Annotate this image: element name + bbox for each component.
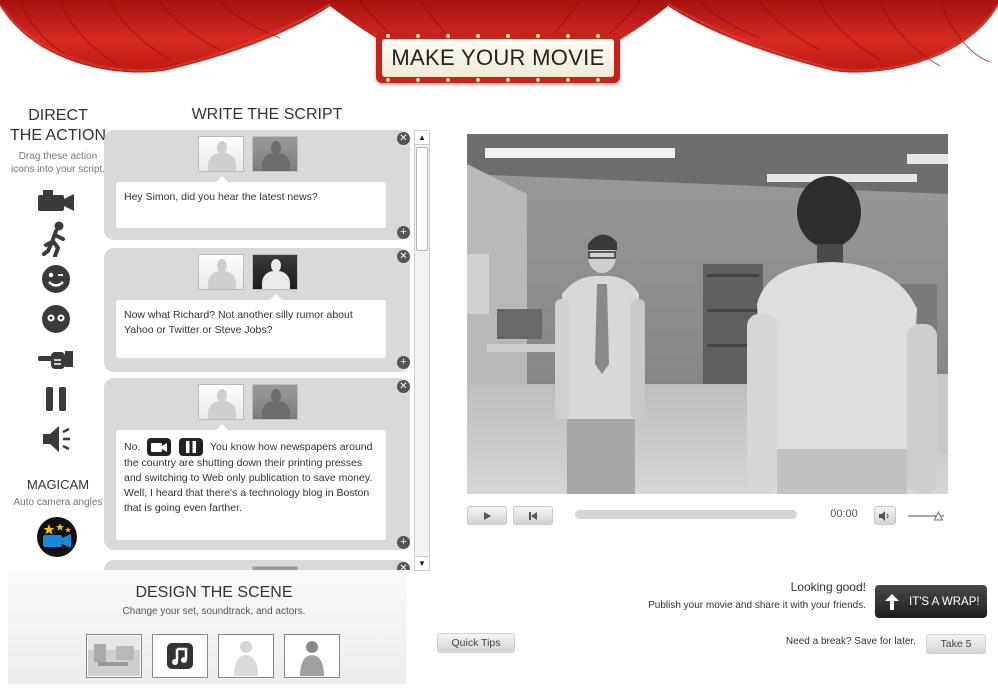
add-line-button[interactable]: + xyxy=(397,536,410,549)
script-line[interactable]: No. You know how newspapers around the c… xyxy=(116,430,386,540)
take-5-button[interactable]: Take 5 xyxy=(926,634,986,654)
actor-1-thumbnail[interactable] xyxy=(218,634,274,678)
script-list[interactable]: ✕ Hey Simon, did you hear the latest new… xyxy=(104,128,414,570)
skip-back-icon xyxy=(529,511,537,520)
add-line-button[interactable]: + xyxy=(397,356,410,369)
scene-subtitle: Change your set, soundtrack, and actors. xyxy=(122,606,306,617)
sound-icon[interactable] xyxy=(36,424,76,454)
playback-time: 00:00 xyxy=(830,508,858,520)
music-note-icon xyxy=(167,643,193,669)
script-line[interactable]: Hey Simon, did you hear the latest news? xyxy=(116,182,386,228)
soundtrack-thumbnail[interactable] xyxy=(152,634,208,678)
magicam-subtitle: Auto camera angles xyxy=(13,497,103,508)
direct-subtitle: Drag these action icons into your script… xyxy=(11,151,105,175)
camera-icon[interactable] xyxy=(147,438,172,456)
camera-icon[interactable] xyxy=(36,186,76,216)
mute-button[interactable] xyxy=(874,506,896,525)
scroll-down-button[interactable]: ▼ xyxy=(415,556,429,570)
script-card: ✕ Hey Simon, did you hear the latest new… xyxy=(104,130,410,240)
walk-icon[interactable] xyxy=(36,221,76,257)
actor-2-thumbnail[interactable] xyxy=(284,634,340,678)
quick-tips-button[interactable]: Quick Tips xyxy=(437,633,515,653)
speaker-avatar[interactable] xyxy=(252,254,298,290)
pause-icon[interactable] xyxy=(36,384,76,414)
speaker-avatar[interactable] xyxy=(198,384,244,420)
magicam-title: MAGICAM xyxy=(26,477,90,492)
magicam-button[interactable] xyxy=(37,517,77,557)
remove-line-button[interactable]: ✕ xyxy=(397,132,410,145)
set-thumbnail[interactable] xyxy=(86,634,142,678)
smile-icon[interactable] xyxy=(36,264,76,294)
save-prompt: Need a break? Save for later. xyxy=(785,636,916,647)
remove-line-button[interactable]: ✕ xyxy=(397,250,410,263)
app-title: MAKE YOUR MOVIE xyxy=(391,45,605,70)
speaker-avatar[interactable] xyxy=(198,136,244,172)
remove-line-button[interactable]: ✕ xyxy=(397,380,410,393)
direct-heading: DIRECT THE ACTION xyxy=(9,107,106,144)
scene-heading: DESIGN THE SCENE xyxy=(135,584,293,601)
scroll-thumb[interactable] xyxy=(416,147,428,251)
listener-avatar[interactable] xyxy=(252,384,298,420)
upload-arrow-icon xyxy=(885,593,899,610)
point-icon[interactable] xyxy=(36,344,76,374)
video-preview[interactable] xyxy=(467,134,948,494)
remove-line-button[interactable]: ✕ xyxy=(397,562,410,570)
its-a-wrap-button[interactable]: IT'S A WRAP! xyxy=(875,585,987,618)
line-prefix: No. xyxy=(124,440,141,453)
script-scrollbar[interactable]: ▲ ▼ xyxy=(414,130,430,571)
volume-icon xyxy=(879,510,889,521)
script-line[interactable]: Now what Richard? Not another silly rumo… xyxy=(116,300,386,358)
face-icon[interactable] xyxy=(36,304,76,334)
volume-slider[interactable] xyxy=(908,511,946,521)
title-marquee: MAKE YOUR MOVIE xyxy=(376,33,620,83)
script-card: ✕ Now what Richard? Not another silly ru… xyxy=(104,248,410,372)
script-heading: WRITE THE SCRIPT xyxy=(191,106,343,123)
scene-render xyxy=(467,134,948,494)
publish-description: Publish your movie and share it with you… xyxy=(648,600,866,611)
pause-icon[interactable] xyxy=(179,438,204,456)
play-button[interactable] xyxy=(467,506,507,525)
script-card: ✕ No. You know how newspapers around the… xyxy=(104,378,410,550)
play-icon xyxy=(484,511,491,520)
listener-avatar[interactable] xyxy=(198,254,244,290)
add-line-button[interactable]: + xyxy=(397,226,410,239)
script-card: ✕ xyxy=(104,560,410,570)
listener-avatar[interactable] xyxy=(252,136,298,172)
magicam-camera-icon xyxy=(43,523,71,548)
status-heading: Looking good! xyxy=(790,580,866,594)
scroll-up-button[interactable]: ▲ xyxy=(415,131,429,145)
playback-progress[interactable] xyxy=(575,510,797,519)
rewind-button[interactable] xyxy=(513,506,553,525)
